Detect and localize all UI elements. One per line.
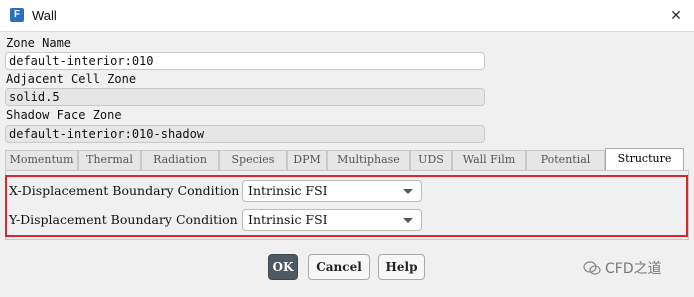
ok-button[interactable]: OK <box>268 254 298 280</box>
help-button[interactable]: Help <box>378 254 425 280</box>
tab-momentum[interactable]: Momentum <box>5 150 78 170</box>
chevron-down-icon <box>403 189 413 194</box>
zone-name-input[interactable]: default-interior:010 <box>5 52 485 70</box>
chat-bubble-icon <box>583 261 601 275</box>
tab-structure[interactable]: Structure <box>605 148 684 170</box>
tab-species[interactable]: Species <box>219 150 287 170</box>
adjacent-cell-zone-label: Adjacent Cell Zone <box>6 72 137 86</box>
tab-multiphase[interactable]: Multiphase <box>327 150 410 170</box>
watermark: CFD之道 <box>583 258 662 278</box>
y-displacement-dropdown[interactable]: Intrinsic FSI <box>242 209 422 231</box>
close-button[interactable]: ✕ <box>666 6 686 26</box>
tab-uds[interactable]: UDS <box>410 150 452 170</box>
title-bar: F Wall ✕ <box>0 0 694 32</box>
window-title: Wall <box>32 8 57 23</box>
tab-bar: Momentum Thermal Radiation Species DPM M… <box>5 148 689 170</box>
shadow-face-zone-field: default-interior:010-shadow <box>5 125 485 143</box>
shadow-face-zone-label: Shadow Face Zone <box>6 108 122 122</box>
tab-radiation[interactable]: Radiation <box>141 150 219 170</box>
tab-dpm[interactable]: DPM <box>287 150 327 170</box>
tab-thermal[interactable]: Thermal <box>78 150 141 170</box>
cancel-button[interactable]: Cancel <box>308 254 370 280</box>
tab-potential[interactable]: Potential <box>526 150 605 170</box>
watermark-text: CFD之道 <box>605 261 662 277</box>
x-displacement-label: X-Displacement Boundary Condition <box>9 183 240 198</box>
x-displacement-value: Intrinsic FSI <box>248 183 328 198</box>
app-icon: F <box>10 8 24 22</box>
x-displacement-dropdown[interactable]: Intrinsic FSI <box>242 180 422 202</box>
chevron-down-icon <box>403 218 413 223</box>
y-displacement-value: Intrinsic FSI <box>248 212 328 227</box>
zone-name-label: Zone Name <box>6 36 72 50</box>
y-displacement-label: Y-Displacement Boundary Condition <box>9 212 238 227</box>
adjacent-cell-zone-field: solid.5 <box>5 88 485 106</box>
tab-wall-film[interactable]: Wall Film <box>452 150 526 170</box>
